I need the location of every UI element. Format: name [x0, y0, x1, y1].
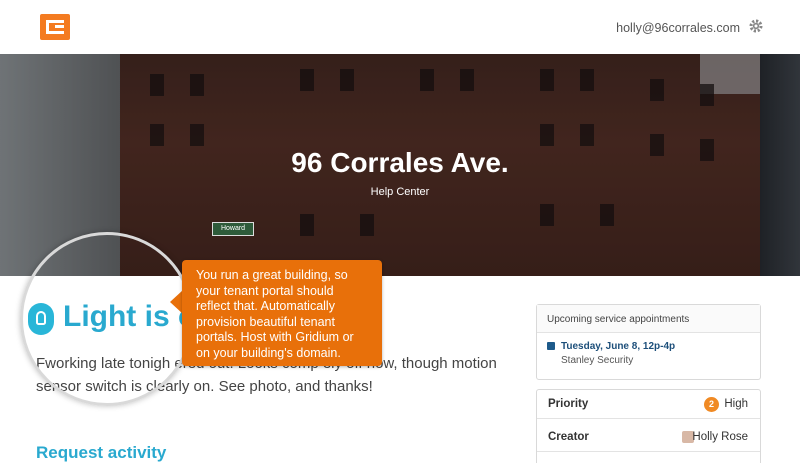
- top-bar: holly@96corrales.com: [0, 0, 800, 54]
- feature-tooltip: You run a great building, so your tenant…: [182, 260, 382, 366]
- appointment-vendor: Stanley Security: [561, 355, 634, 366]
- creator-value[interactable]: Holly Rose: [692, 431, 748, 443]
- priority-badge: 2: [704, 397, 719, 412]
- building-title: 96 Corrales Ave.: [291, 147, 509, 178]
- request-activity-heading: Request activity: [36, 443, 167, 462]
- street-sign: Howard: [212, 222, 254, 236]
- priority-value[interactable]: High: [724, 398, 748, 410]
- calendar-icon: [547, 342, 555, 350]
- priority-row: Priority 2 High: [537, 390, 760, 419]
- appointment-date[interactable]: Tuesday, June 8, 12p-4p: [561, 341, 675, 352]
- priority-label: Priority: [548, 398, 589, 410]
- gear-icon[interactable]: [748, 18, 764, 34]
- magnifier-circle: [20, 232, 194, 406]
- creator-label: Creator: [548, 431, 589, 443]
- help-center-subtitle: Help Center: [370, 186, 430, 198]
- gridium-logo-icon[interactable]: [40, 14, 70, 40]
- properties-card: Priority 2 High Creator Holly Rose: [536, 389, 761, 463]
- creator-row: Creator Holly Rose: [537, 423, 760, 452]
- appointments-header: Upcoming service appointments: [537, 305, 760, 333]
- user-email-link[interactable]: holly@96corrales.com: [616, 21, 740, 35]
- appointments-card: Upcoming service appointments Tuesday, J…: [536, 304, 761, 380]
